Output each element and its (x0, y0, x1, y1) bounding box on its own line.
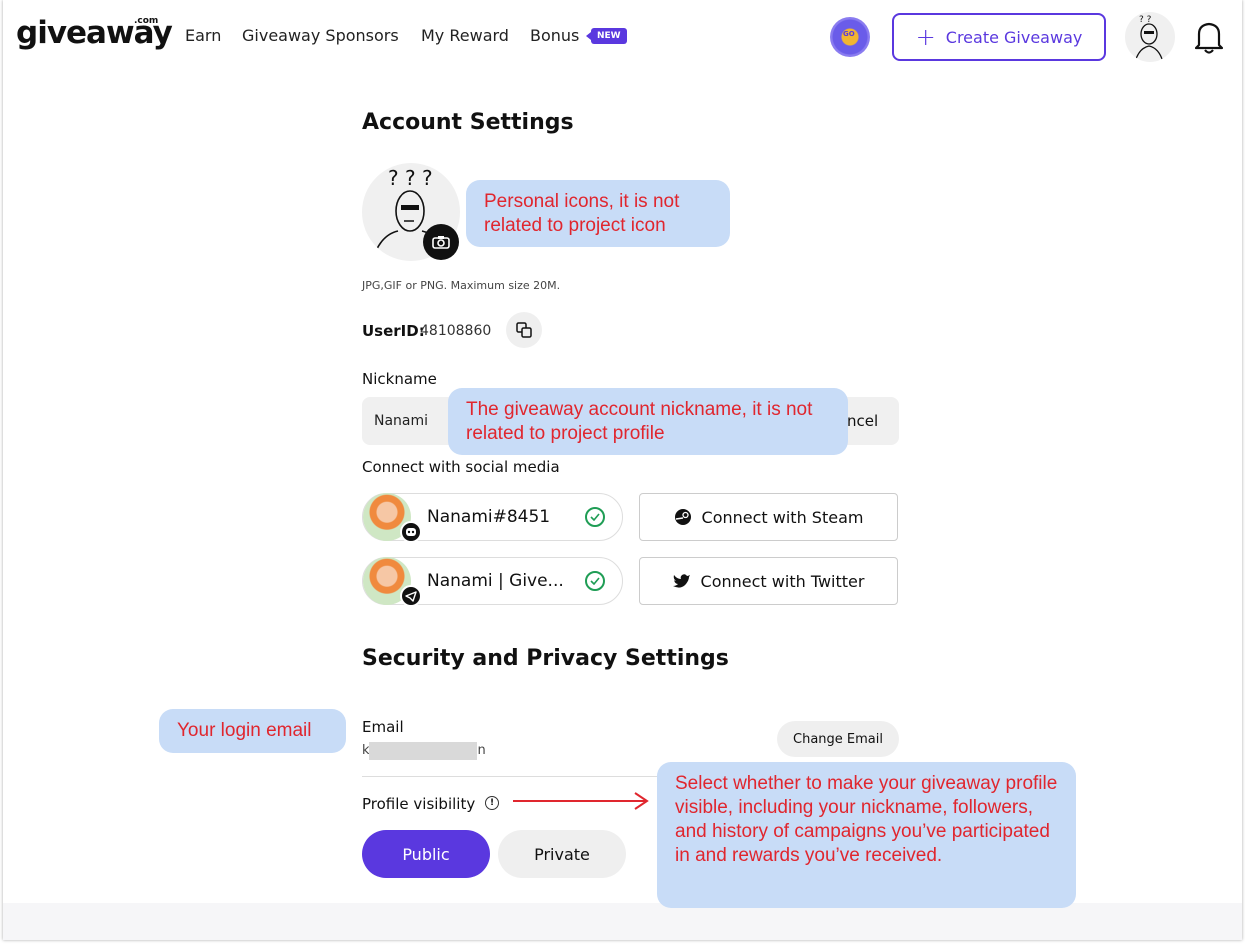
social-account-name: Nanami | Give... (427, 571, 564, 591)
twitter-icon (672, 574, 690, 588)
check-icon (585, 571, 605, 591)
bell-icon[interactable] (1195, 20, 1223, 54)
info-icon[interactable]: ! (485, 796, 499, 810)
check-icon (585, 507, 605, 527)
connect-steam-button[interactable]: Connect with Steam (639, 493, 898, 541)
svg-text:? ? ?: ? ? ? (388, 166, 433, 190)
page-frame: giveaway .com Earn Giveaway Sponsors My … (3, 0, 1242, 940)
nav-giveaway-sponsors[interactable]: Giveaway Sponsors (242, 26, 399, 45)
new-badge: NEW (586, 28, 627, 44)
telegram-account-pill[interactable]: Nanami | Give... (362, 557, 623, 607)
nav-my-reward[interactable]: My Reward (421, 26, 509, 45)
svg-text:? ?: ? ? (1139, 15, 1152, 25)
email-annotation: Your login email (159, 709, 346, 753)
change-email-button[interactable]: Change Email (777, 721, 899, 757)
logo-suffix: .com (134, 16, 159, 26)
connect-twitter-button[interactable]: Connect with Twitter (639, 557, 898, 605)
steam-icon (674, 509, 691, 525)
avatar-hint: JPG,GIF or PNG. Maximum size 20M. (362, 279, 561, 292)
private-button[interactable]: Private (498, 830, 626, 878)
cancel-button[interactable]: ncel (847, 412, 878, 430)
copy-button[interactable] (506, 312, 542, 348)
camera-icon (432, 236, 450, 249)
nav-earn[interactable]: Earn (185, 26, 221, 45)
doodle-avatar-icon: ? ? (1134, 15, 1164, 62)
connect-twitter-label: Connect with Twitter (700, 571, 865, 591)
arrow-icon (513, 792, 649, 810)
public-button[interactable]: Public (362, 830, 490, 878)
visibility-label: Profile visibility (362, 795, 476, 813)
email-value-end: n (477, 743, 486, 758)
copy-icon (516, 322, 532, 338)
email-label: Email (362, 718, 404, 736)
userid-label: UserID: (362, 322, 425, 340)
coin-label: GO (843, 30, 855, 38)
nav-bonus[interactable]: Bonus (530, 26, 579, 45)
create-giveaway-label: Create Giveaway (945, 27, 1083, 47)
account-settings-title: Account Settings (362, 110, 574, 135)
coin-icon[interactable]: GO (830, 17, 870, 57)
divider (362, 776, 662, 777)
footer-band (3, 903, 1242, 940)
email-redaction (369, 742, 477, 760)
camera-button[interactable] (423, 224, 459, 260)
nickname-annotation: The giveaway account nickname, it is not… (448, 388, 848, 455)
connect-steam-label: Connect with Steam (701, 507, 864, 527)
userid-value: 48108860 (420, 323, 492, 339)
create-giveaway-button[interactable]: + Create Giveaway (892, 13, 1106, 61)
discord-account-pill[interactable]: Nanami#8451 (362, 493, 623, 543)
discord-icon (400, 521, 422, 543)
telegram-icon (400, 585, 422, 607)
visibility-annotation: Select whether to make your giveaway pro… (657, 762, 1076, 908)
nickname-label: Nickname (362, 370, 437, 388)
social-label: Connect with social media (362, 458, 560, 476)
security-title: Security and Privacy Settings (362, 646, 729, 671)
plus-icon: + (915, 23, 936, 51)
avatar-annotation: Personal icons, it is not related to pro… (466, 180, 730, 247)
header-avatar[interactable]: ? ? (1125, 12, 1175, 62)
social-account-name: Nanami#8451 (427, 507, 551, 527)
